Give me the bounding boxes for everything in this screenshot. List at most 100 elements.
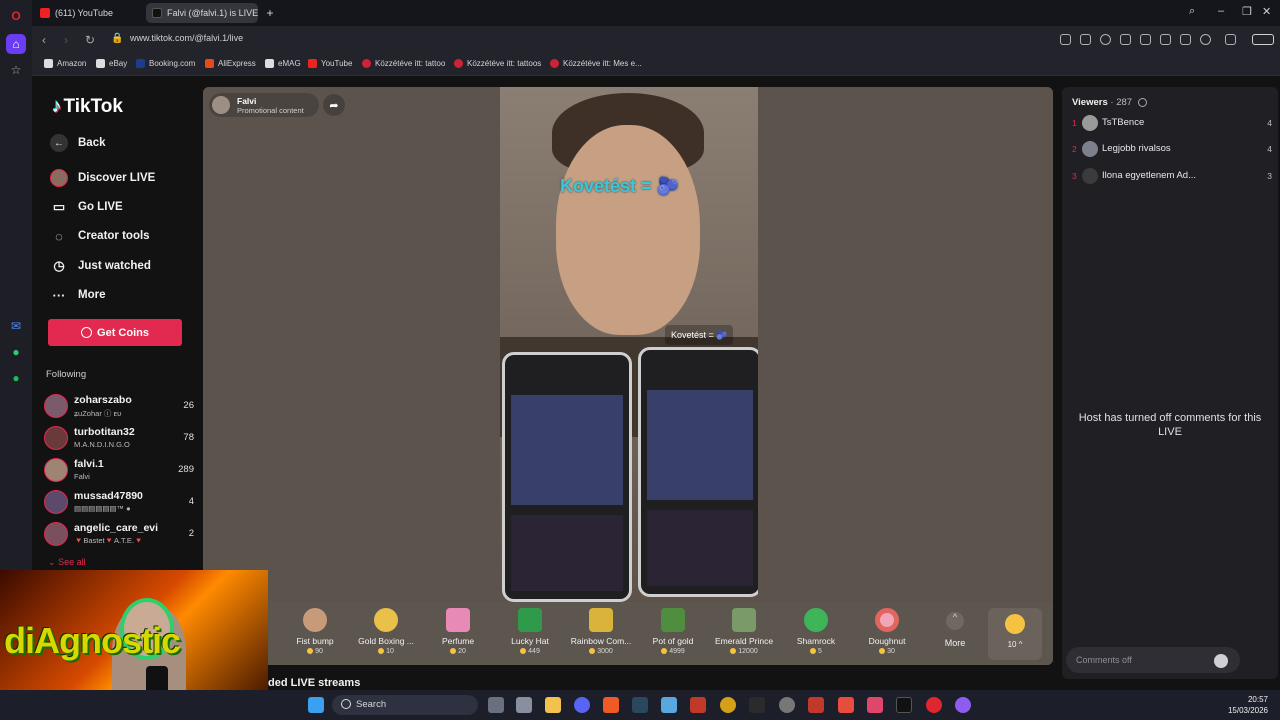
discord-icon[interactable] — [574, 697, 590, 713]
heart-icon[interactable] — [1140, 34, 1151, 45]
wps-icon[interactable] — [838, 697, 854, 713]
steam-icon[interactable] — [632, 697, 648, 713]
following-item[interactable]: mussad47890 ▤▤▤▤▤▤™ ● 4 — [44, 488, 194, 518]
pot-of-gold-icon — [661, 608, 685, 632]
back-icon[interactable]: ‹ — [42, 33, 46, 47]
back-button[interactable]: ← Back — [50, 134, 106, 152]
following-item[interactable]: zoharszabo ʑuZohar ⓘ ᴇᴜ 26 — [44, 392, 194, 422]
extensions-icon[interactable] — [1225, 34, 1236, 45]
host-info[interactable]: Falvi Promotional content — [209, 93, 319, 117]
download-icon[interactable] — [1160, 34, 1171, 45]
emerald-prince-icon — [732, 608, 756, 632]
viewer-row[interactable]: 1 TsTBence 4 — [1072, 114, 1272, 134]
coin-balance-button[interactable]: 10 ^ — [988, 608, 1042, 660]
messenger-icon[interactable]: ✉ — [6, 316, 26, 336]
nav-discover-live[interactable]: Discover LIVE — [50, 169, 155, 187]
play-icon[interactable] — [1120, 34, 1131, 45]
url-field[interactable]: www.tiktok.com/@falvi.1/live — [130, 33, 243, 43]
tab-youtube[interactable]: (611) YouTube — [34, 3, 142, 23]
comments-off-message: Host has turned off comments for this LI… — [1078, 412, 1262, 438]
tiktok-studio-icon[interactable] — [867, 697, 883, 713]
bookmark-pinterest-1[interactable]: Közzétéve itt: tattoo — [362, 59, 445, 68]
bookmark-youtube[interactable]: YouTube — [308, 59, 352, 68]
close-icon[interactable]: ✕ — [1262, 5, 1271, 18]
bookmark-amazon[interactable]: Amazon — [44, 59, 86, 68]
windows-start-icon[interactable] — [308, 697, 324, 713]
whatsapp-icon[interactable]: ● — [6, 342, 26, 362]
camera-icon[interactable] — [1080, 34, 1091, 45]
edit-icon[interactable] — [1060, 34, 1071, 45]
viewer-row[interactable]: 3 Ilona egyetlenem Ad... 3 — [1072, 167, 1272, 187]
see-all-link[interactable]: ⌄ See all — [48, 557, 86, 568]
bookmark-emag[interactable]: eMAG — [265, 59, 301, 68]
live-player[interactable]: Kovetést = 🫐 Kovetést = 🫐 Falvi Promotio… — [203, 87, 1053, 665]
chevron-up-icon: ^ — [946, 612, 964, 630]
shield-icon[interactable] — [1100, 34, 1111, 45]
task-view-icon[interactable] — [488, 697, 504, 713]
ai-icon[interactable] — [1252, 34, 1274, 45]
obs-icon[interactable] — [779, 697, 795, 713]
opera-icon[interactable] — [926, 697, 942, 713]
bookmark-pinterest-2[interactable]: Közzétéve itt: tattoos — [454, 59, 541, 68]
bookmark-ebay[interactable]: eBay — [96, 59, 127, 68]
star-icon[interactable]: ☆ — [6, 60, 26, 80]
tiktok-logo[interactable]: ♪ TikTok — [52, 96, 123, 118]
minimize-icon[interactable]: – — [1218, 5, 1224, 17]
bookmarks-bar: Amazon eBay Booking.com AliExpress eMAG … — [32, 54, 1280, 76]
spotify-icon[interactable]: ● — [6, 368, 26, 388]
live-video[interactable]: Kovetést = 🫐 Kovetést = 🫐 — [500, 87, 758, 602]
gift-item[interactable]: Lucky Hat 449 — [490, 606, 570, 655]
tab-tiktok-live[interactable]: Falvi (@falvi.1) is LIVE — [146, 3, 258, 23]
gift-item[interactable]: Fist bump 90 — [275, 606, 355, 655]
clock[interactable]: 20:57 15/03/2026 — [1226, 694, 1268, 716]
terminal-icon[interactable] — [749, 697, 765, 713]
coin-app-icon[interactable] — [720, 697, 736, 713]
share-button[interactable]: ➦ — [323, 94, 345, 116]
tiktok-note-icon: ♪ — [52, 96, 62, 117]
tiktok-icon[interactable] — [896, 697, 912, 713]
info-icon[interactable] — [1137, 97, 1147, 107]
maximize-icon[interactable]: ❐ — [1242, 5, 1252, 18]
get-coins-button[interactable]: Get Coins — [48, 319, 182, 346]
reload-icon[interactable]: ↻ — [85, 33, 95, 47]
gift-item[interactable]: Perfume 20 — [418, 606, 498, 655]
opera-logo-icon[interactable]: O — [6, 6, 26, 26]
boxing-glove-icon — [374, 608, 398, 632]
gift-item[interactable]: Shamrock 5 — [776, 606, 856, 655]
bookmark-aliexpress[interactable]: AliExpress — [205, 59, 256, 68]
photos-icon[interactable] — [661, 697, 677, 713]
more-gifts-button[interactable]: ^ More — [937, 612, 973, 648]
viewer-row[interactable]: 2 Legjobb rivalsos 4 — [1072, 140, 1272, 160]
gift-item[interactable]: Rainbow Com... 3000 — [561, 606, 641, 655]
recommended-heading: ded LIVE streams — [268, 677, 361, 689]
search-tabs-icon[interactable]: ⌕ — [1189, 5, 1195, 18]
home-icon[interactable]: ⌂ — [6, 34, 26, 54]
profile-icon[interactable] — [1200, 34, 1211, 45]
file-explorer-icon[interactable] — [545, 697, 561, 713]
following-item[interactable]: turbotitan32 M.A.N.D.I.N.G.O 78 — [44, 424, 194, 454]
nav-just-watched[interactable]: ◷ Just watched — [50, 257, 151, 275]
new-tab-button[interactable]: + — [262, 3, 278, 23]
phone-left — [502, 352, 632, 602]
app-icon[interactable] — [808, 697, 824, 713]
bookmark-pinterest-3[interactable]: Közzétéve itt: Mes e... — [550, 59, 642, 68]
viewers-panel: Viewers · 287 1 TsTBence 4 2 Legjobb riv… — [1062, 87, 1278, 679]
emoji-icon[interactable] — [1214, 654, 1228, 668]
monitor-app-icon[interactable] — [516, 697, 532, 713]
brave-icon[interactable] — [603, 697, 619, 713]
gift-item[interactable]: Gold Boxing ... 10 — [346, 606, 426, 655]
gift-item[interactable]: Doughnut 30 — [847, 606, 927, 655]
taskbar-search[interactable] — [332, 695, 478, 715]
gift-item[interactable]: Emerald Prince 12000 — [704, 606, 784, 655]
nav-more[interactable]: ··· More — [50, 286, 106, 304]
gift-item[interactable]: Pot of gold 4999 — [633, 606, 713, 655]
following-item[interactable]: falvi.1 Falvi 289 — [44, 456, 194, 486]
bookmark-booking[interactable]: Booking.com — [136, 59, 195, 68]
nav-go-live[interactable]: ▭ Go LIVE — [50, 198, 123, 216]
following-item[interactable]: angelic_care_evi 🔻Bastet🔻A.T.E.🔻 2 — [44, 520, 194, 550]
nav-creator-tools[interactable]: ◌ Creator tools — [50, 227, 149, 245]
forward-icon[interactable]: › — [64, 33, 68, 47]
tf-app-icon[interactable] — [690, 697, 706, 713]
assistant-icon[interactable] — [955, 697, 971, 713]
menu-icon[interactable] — [1180, 34, 1191, 45]
